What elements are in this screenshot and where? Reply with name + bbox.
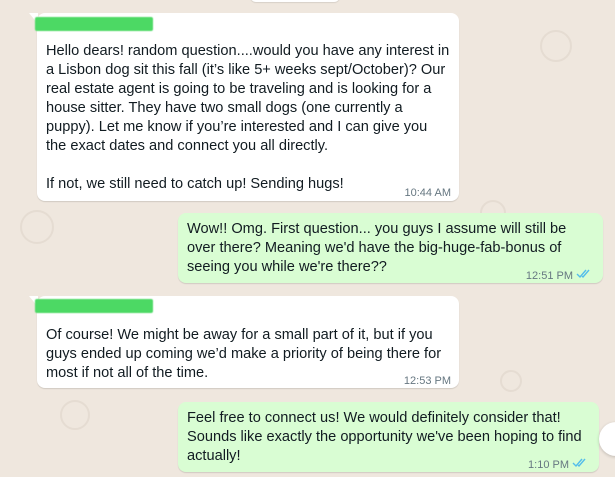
double-check-read-icon: [572, 458, 586, 468]
message-bubble-incoming[interactable]: Of course! We might be away for a small …: [29, 296, 459, 388]
message-timestamp: 1:10 PM: [528, 459, 569, 471]
message-text-line: Hello dears! random question....would yo…: [46, 43, 450, 59]
double-check-read-icon: [576, 269, 590, 279]
message-text-line: guys ended up coming we’d make a priorit…: [46, 346, 442, 362]
message-text-line: seeing you while we're there??: [187, 259, 387, 275]
message-text-line: the exact dates and connect you all dire…: [46, 138, 329, 154]
message-text-line: most if not all of the time.: [46, 365, 209, 381]
sender-name-redaction: [35, 299, 153, 313]
message-text-line: Sounds like exactly the opportunity we'v…: [187, 429, 582, 445]
message-bubble-outgoing[interactable]: Wow!! Omg. First question... you guys I …: [178, 213, 603, 283]
message-text-line: over there? Meaning we'd have the big-hu…: [187, 240, 562, 256]
message-text-line: Wow!! Omg. First question... you guys I …: [187, 221, 567, 237]
message-timestamp: 10:44 AM: [404, 187, 451, 199]
wallpaper-doodle: [500, 370, 522, 392]
message-text-line: actually!: [187, 448, 241, 464]
previous-bubble-edge: [250, 0, 340, 2]
message-text-line: house sitter. They have two small dogs (…: [46, 100, 403, 116]
message-text-line: puppy). Let me know if you’re interested…: [46, 119, 428, 135]
message-bubble-outgoing[interactable]: Feel free to connect us! We would defini…: [178, 402, 599, 472]
message-text-line: a Lisbon dog sit this fall (it’s like 5+…: [46, 62, 446, 78]
message-text-line: Of course! We might be away for a small …: [46, 327, 433, 343]
sender-name-redaction: [35, 17, 153, 31]
message-text-line: Feel free to connect us! We would defini…: [187, 410, 561, 426]
message-text-line: If not, we still need to catch up! Sendi…: [46, 176, 344, 192]
message-text-line: real estate agent is going to be traveli…: [46, 81, 432, 97]
wallpaper-doodle: [20, 210, 54, 244]
message-timestamp: 12:53 PM: [403, 375, 451, 387]
wallpaper-doodle: [60, 400, 90, 430]
message-bubble-incoming[interactable]: Hello dears! random question....would yo…: [29, 13, 459, 201]
wallpaper-doodle: [540, 30, 572, 62]
message-timestamp: 12:51 PM: [525, 270, 573, 282]
